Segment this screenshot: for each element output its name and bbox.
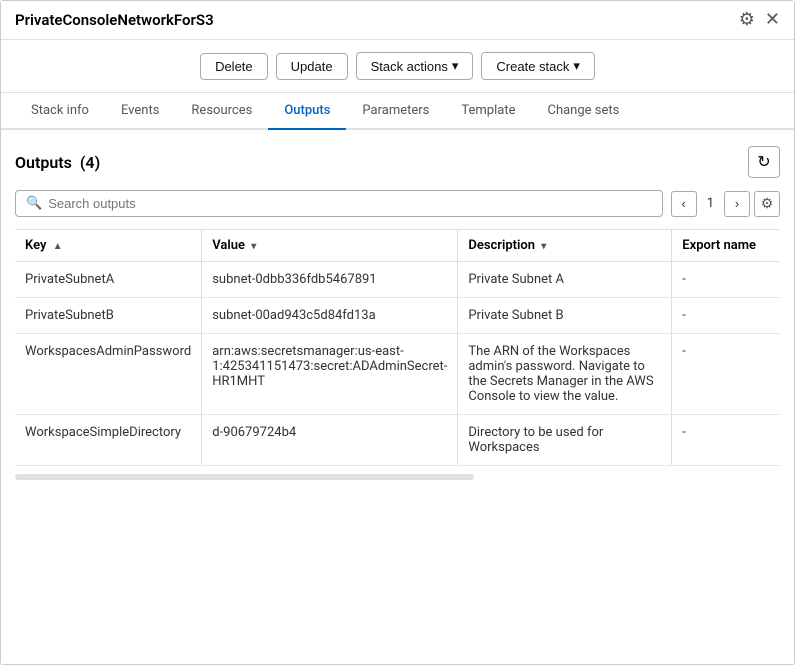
title-bar-controls: ⚙ ✕: [739, 11, 780, 29]
outputs-title: Outputs (4): [15, 153, 100, 172]
window-title: PrivateConsoleNetworkForS3: [15, 11, 214, 29]
outputs-table: Key ▲ Value ▾ Description ▾ Export name: [15, 229, 780, 466]
close-icon[interactable]: ✕: [765, 11, 780, 29]
gear-icon[interactable]: ⚙: [739, 11, 755, 29]
cell-value: d-90679724b4: [202, 415, 458, 466]
update-button[interactable]: Update: [276, 53, 348, 80]
cell-export-name: -: [672, 334, 780, 415]
toolbar: Delete Update Stack actions ▾ Create sta…: [1, 40, 794, 93]
cell-key: WorkspacesAdminPassword: [15, 334, 202, 415]
refresh-button[interactable]: ↻: [748, 146, 780, 178]
chevron-down-icon: ▾: [573, 58, 580, 74]
tab-bar: Stack info Events Resources Outputs Para…: [1, 93, 794, 130]
col-header-key[interactable]: Key ▲: [15, 230, 202, 262]
search-box: 🔍: [15, 190, 663, 217]
cell-key: WorkspaceSimpleDirectory: [15, 415, 202, 466]
cell-description: Private Subnet B: [458, 298, 672, 334]
col-header-description[interactable]: Description ▾: [458, 230, 672, 262]
gear-icon: ⚙: [761, 195, 774, 212]
table-settings-button[interactable]: ⚙: [754, 191, 780, 217]
chevron-right-icon: ›: [735, 196, 739, 211]
chevron-down-icon: ▾: [452, 58, 459, 74]
cell-export-name: -: [672, 415, 780, 466]
table-row: PrivateSubnetBsubnet-00ad943c5d84fd13aPr…: [15, 298, 780, 334]
title-bar: PrivateConsoleNetworkForS3 ⚙ ✕: [1, 1, 794, 40]
table-row: WorkspacesAdminPasswordarn:aws:secretsma…: [15, 334, 780, 415]
cell-value: subnet-00ad943c5d84fd13a: [202, 298, 458, 334]
refresh-icon: ↻: [757, 152, 770, 172]
tab-parameters[interactable]: Parameters: [346, 93, 445, 130]
search-icon: 🔍: [26, 196, 42, 211]
cell-value: subnet-0dbb336fdb5467891: [202, 262, 458, 298]
cell-value: arn:aws:secretsmanager:us-east-1:4253411…: [202, 334, 458, 415]
tab-resources[interactable]: Resources: [175, 93, 268, 130]
cell-description: Directory to be used for Workspaces: [458, 415, 672, 466]
sort-desc-icon: ▾: [541, 241, 546, 252]
cell-export-name: -: [672, 262, 780, 298]
tab-events[interactable]: Events: [105, 93, 175, 130]
search-input[interactable]: [48, 196, 652, 211]
tab-template[interactable]: Template: [445, 93, 531, 130]
create-stack-button[interactable]: Create stack ▾: [481, 52, 595, 80]
sort-desc-icon: ▾: [251, 241, 256, 252]
main-window: PrivateConsoleNetworkForS3 ⚙ ✕ Delete Up…: [0, 0, 795, 665]
cell-export-name: -: [672, 298, 780, 334]
content-area: Outputs (4) ↻ 🔍 ‹ 1 › ⚙: [1, 130, 794, 664]
col-header-value[interactable]: Value ▾: [202, 230, 458, 262]
tab-outputs[interactable]: Outputs: [268, 93, 346, 130]
cell-key: PrivateSubnetB: [15, 298, 202, 334]
chevron-left-icon: ‹: [682, 196, 686, 211]
tab-stack-info[interactable]: Stack info: [15, 93, 105, 130]
cell-description: Private Subnet A: [458, 262, 672, 298]
cell-key: PrivateSubnetA: [15, 262, 202, 298]
search-row: 🔍 ‹ 1 › ⚙: [15, 190, 780, 217]
table-row: WorkspaceSimpleDirectoryd-90679724b4Dire…: [15, 415, 780, 466]
next-page-button[interactable]: ›: [724, 191, 750, 217]
col-header-export-name[interactable]: Export name: [672, 230, 780, 262]
sort-asc-icon: ▲: [53, 241, 63, 252]
scrollbar-hint[interactable]: [15, 474, 474, 480]
page-number: 1: [701, 196, 720, 211]
tab-change-sets[interactable]: Change sets: [531, 93, 635, 130]
stack-actions-button[interactable]: Stack actions ▾: [356, 52, 474, 80]
delete-button[interactable]: Delete: [200, 53, 268, 80]
table-row: PrivateSubnetAsubnet-0dbb336fdb5467891Pr…: [15, 262, 780, 298]
prev-page-button[interactable]: ‹: [671, 191, 697, 217]
outputs-header: Outputs (4) ↻: [15, 146, 780, 178]
pagination: ‹ 1 › ⚙: [671, 191, 780, 217]
cell-description: The ARN of the Workspaces admin's passwo…: [458, 334, 672, 415]
